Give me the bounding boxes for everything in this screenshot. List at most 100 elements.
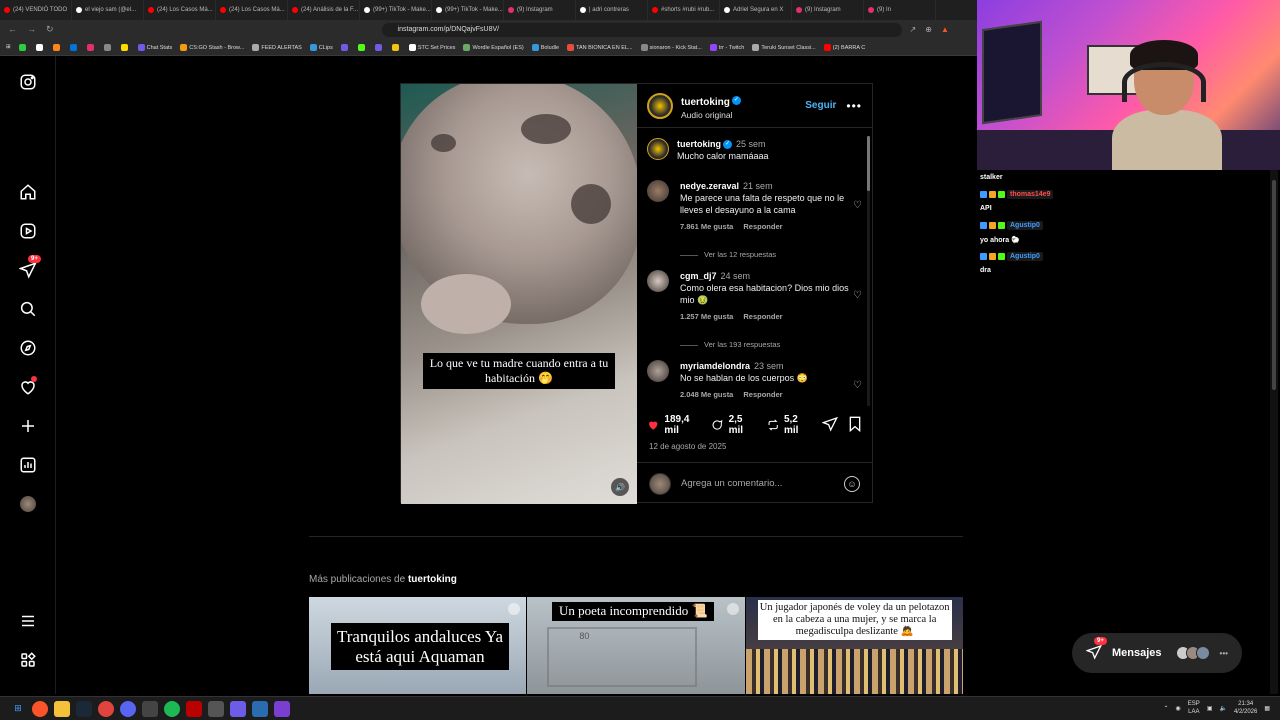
app-icon-4[interactable] xyxy=(230,700,246,717)
bookmark-item[interactable]: Chat Stats xyxy=(137,43,172,51)
bookmark-item[interactable] xyxy=(52,43,62,51)
bookmark-item[interactable]: (2) BARRA C xyxy=(823,43,865,51)
bookmark-item[interactable] xyxy=(120,43,130,51)
author-username[interactable]: tuertoking xyxy=(681,97,730,108)
more-options-icon[interactable]: ••• xyxy=(846,99,862,113)
reply-button[interactable]: Responder xyxy=(743,390,782,399)
browser-tab[interactable]: (24) Análisis de la F... xyxy=(288,0,360,20)
view-replies-button[interactable]: Ver las 12 respuestas xyxy=(680,250,776,259)
discord-icon[interactable] xyxy=(120,700,136,717)
steam-icon[interactable] xyxy=(76,700,92,717)
bookmark-item[interactable]: CS:GO Stash - Brow... xyxy=(180,43,244,51)
bookmark-item[interactable] xyxy=(357,43,367,51)
network-icon[interactable]: ▣ xyxy=(1207,705,1213,712)
apps-grid-icon[interactable]: ⊞ xyxy=(6,44,11,50)
brave-icon[interactable] xyxy=(32,700,48,717)
post-video[interactable]: Lo que ve tu madre cuando entra a tu hab… xyxy=(401,84,637,504)
dashboard-icon[interactable] xyxy=(18,455,38,475)
file-explorer-icon[interactable] xyxy=(54,700,70,717)
bookmark-item[interactable] xyxy=(35,43,45,51)
more-post-thumbnail-3[interactable]: Un jugador japonés de voley da un pelota… xyxy=(745,597,963,694)
bookmark-item[interactable]: CLips xyxy=(309,43,333,51)
caption-username[interactable]: tuertoking xyxy=(677,139,721,149)
forward-icon[interactable]: → xyxy=(27,24,36,35)
volume-icon[interactable]: 🔊 xyxy=(611,478,629,496)
brave-shield-icon[interactable]: ▲ xyxy=(941,25,949,34)
more-posts-user[interactable]: tuertoking xyxy=(408,574,457,585)
comment-likes[interactable]: 1.257 Me gusta xyxy=(680,312,733,321)
browser-tab[interactable]: (99+) TikTok - Make... xyxy=(360,0,432,20)
explore-compass-icon[interactable] xyxy=(18,338,38,358)
browser-tab[interactable]: Adriel Segura en X xyxy=(720,0,792,20)
more-post-thumbnail-1[interactable]: Tranquilos andaluces Ya está aqui Aquama… xyxy=(309,597,527,694)
clock[interactable]: 21:34 4/2/2026 xyxy=(1234,701,1257,715)
chrome-icon[interactable] xyxy=(98,700,114,717)
browser-tab[interactable]: (99+) TikTok - Make... xyxy=(432,0,504,20)
more-post-thumbnail-2[interactable]: Un poeta incomprendido 📜 80 xyxy=(527,597,745,694)
bookmark-item[interactable]: FEED ALERTAS xyxy=(252,43,302,51)
bookmark-item[interactable] xyxy=(86,43,96,51)
spotify-icon[interactable] xyxy=(164,700,180,717)
comment-likes[interactable]: 7.861 Me gusta xyxy=(680,222,733,231)
tray-app-icon[interactable]: ◉ xyxy=(1176,705,1181,712)
share-icon[interactable]: ↗ xyxy=(910,25,917,34)
search-icon[interactable] xyxy=(18,299,38,319)
add-comment-input[interactable]: Agrega un comentario... xyxy=(681,478,782,489)
bookmark-item[interactable] xyxy=(69,43,79,51)
browser-tab[interactable]: (24) VENDIÓ TODO xyxy=(0,0,72,20)
browser-tab[interactable]: (9) Instagram xyxy=(504,0,576,20)
browser-tab[interactable]: (9) In xyxy=(864,0,936,20)
save-bookmark-icon[interactable] xyxy=(848,416,862,435)
reply-button[interactable]: Responder xyxy=(743,312,782,321)
browser-tab[interactable]: (24) Los Casos Má... xyxy=(216,0,288,20)
menu-hamburger-icon[interactable] xyxy=(18,611,38,631)
comment-like-heart-icon[interactable]: ♡ xyxy=(853,200,862,211)
emoji-icon[interactable]: ☺ xyxy=(844,475,860,492)
comment-avatar[interactable] xyxy=(647,360,669,382)
back-icon[interactable]: ← xyxy=(8,24,17,35)
bookmark-item[interactable] xyxy=(18,43,28,51)
bookmark-item[interactable] xyxy=(340,43,350,51)
tray-chevron-icon[interactable]: ⌃ xyxy=(1164,705,1169,712)
comments-scrollbar[interactable] xyxy=(867,136,870,406)
notifications-heart-icon[interactable] xyxy=(18,376,38,397)
caption-avatar[interactable] xyxy=(647,138,669,160)
reels-icon[interactable] xyxy=(18,221,38,241)
bookmark-item[interactable]: trr - Twitch xyxy=(709,43,744,51)
volume-tray-icon[interactable]: 🔈 xyxy=(1219,705,1226,712)
bookmark-item[interactable] xyxy=(103,43,113,51)
browser-tab[interactable]: #shorts #rubi #rub... xyxy=(648,0,720,20)
comment-username[interactable]: myriamdelondra xyxy=(680,361,750,371)
browser-tab[interactable]: (24) Los Casos Má... xyxy=(144,0,216,20)
zoom-icon[interactable]: ⊕ xyxy=(925,25,932,34)
bookmark-item[interactable]: sionaron - Kick Stat... xyxy=(640,43,702,51)
profile-avatar[interactable] xyxy=(18,494,38,514)
follow-button[interactable]: Seguir xyxy=(805,100,836,111)
app-icon-3[interactable] xyxy=(208,700,224,717)
comment-action[interactable]: 2,5 mil xyxy=(711,414,752,436)
bookmark-item[interactable]: Boludle xyxy=(531,43,559,51)
chat-username[interactable]: Agustip0 xyxy=(1007,252,1043,261)
app-icon[interactable] xyxy=(142,700,158,717)
browser-tab[interactable]: | adri contreras xyxy=(576,0,648,20)
like-action[interactable]: 189,4 mil xyxy=(647,414,697,436)
chat-username[interactable]: thomas14e9 xyxy=(1007,190,1054,199)
comment-like-heart-icon[interactable]: ♡ xyxy=(853,380,862,391)
bookmark-item[interactable]: Wordle Español (ES) xyxy=(463,43,524,51)
start-icon[interactable]: ⊞ xyxy=(10,701,26,717)
app-icon-5[interactable] xyxy=(252,700,268,717)
audio-label[interactable]: Audio original xyxy=(681,110,741,120)
repost-action[interactable]: 5,2 mil xyxy=(767,414,808,436)
share-icon[interactable] xyxy=(821,416,838,435)
author-avatar[interactable] xyxy=(647,92,673,119)
app-icon-6[interactable] xyxy=(274,700,290,717)
comment-likes[interactable]: 2.048 Me gusta xyxy=(680,390,733,399)
instagram-logo-icon[interactable] xyxy=(18,72,38,92)
home-icon[interactable] xyxy=(18,182,38,202)
comment-avatar[interactable] xyxy=(647,180,669,202)
page-scrollbar[interactable] xyxy=(1270,170,1278,694)
reload-icon[interactable]: ↻ xyxy=(46,24,54,35)
comment-username[interactable]: cgm_dj7 xyxy=(680,271,717,281)
also-from-meta-icon[interactable] xyxy=(18,650,38,670)
browser-tab[interactable]: (9) Instagram xyxy=(792,0,864,20)
